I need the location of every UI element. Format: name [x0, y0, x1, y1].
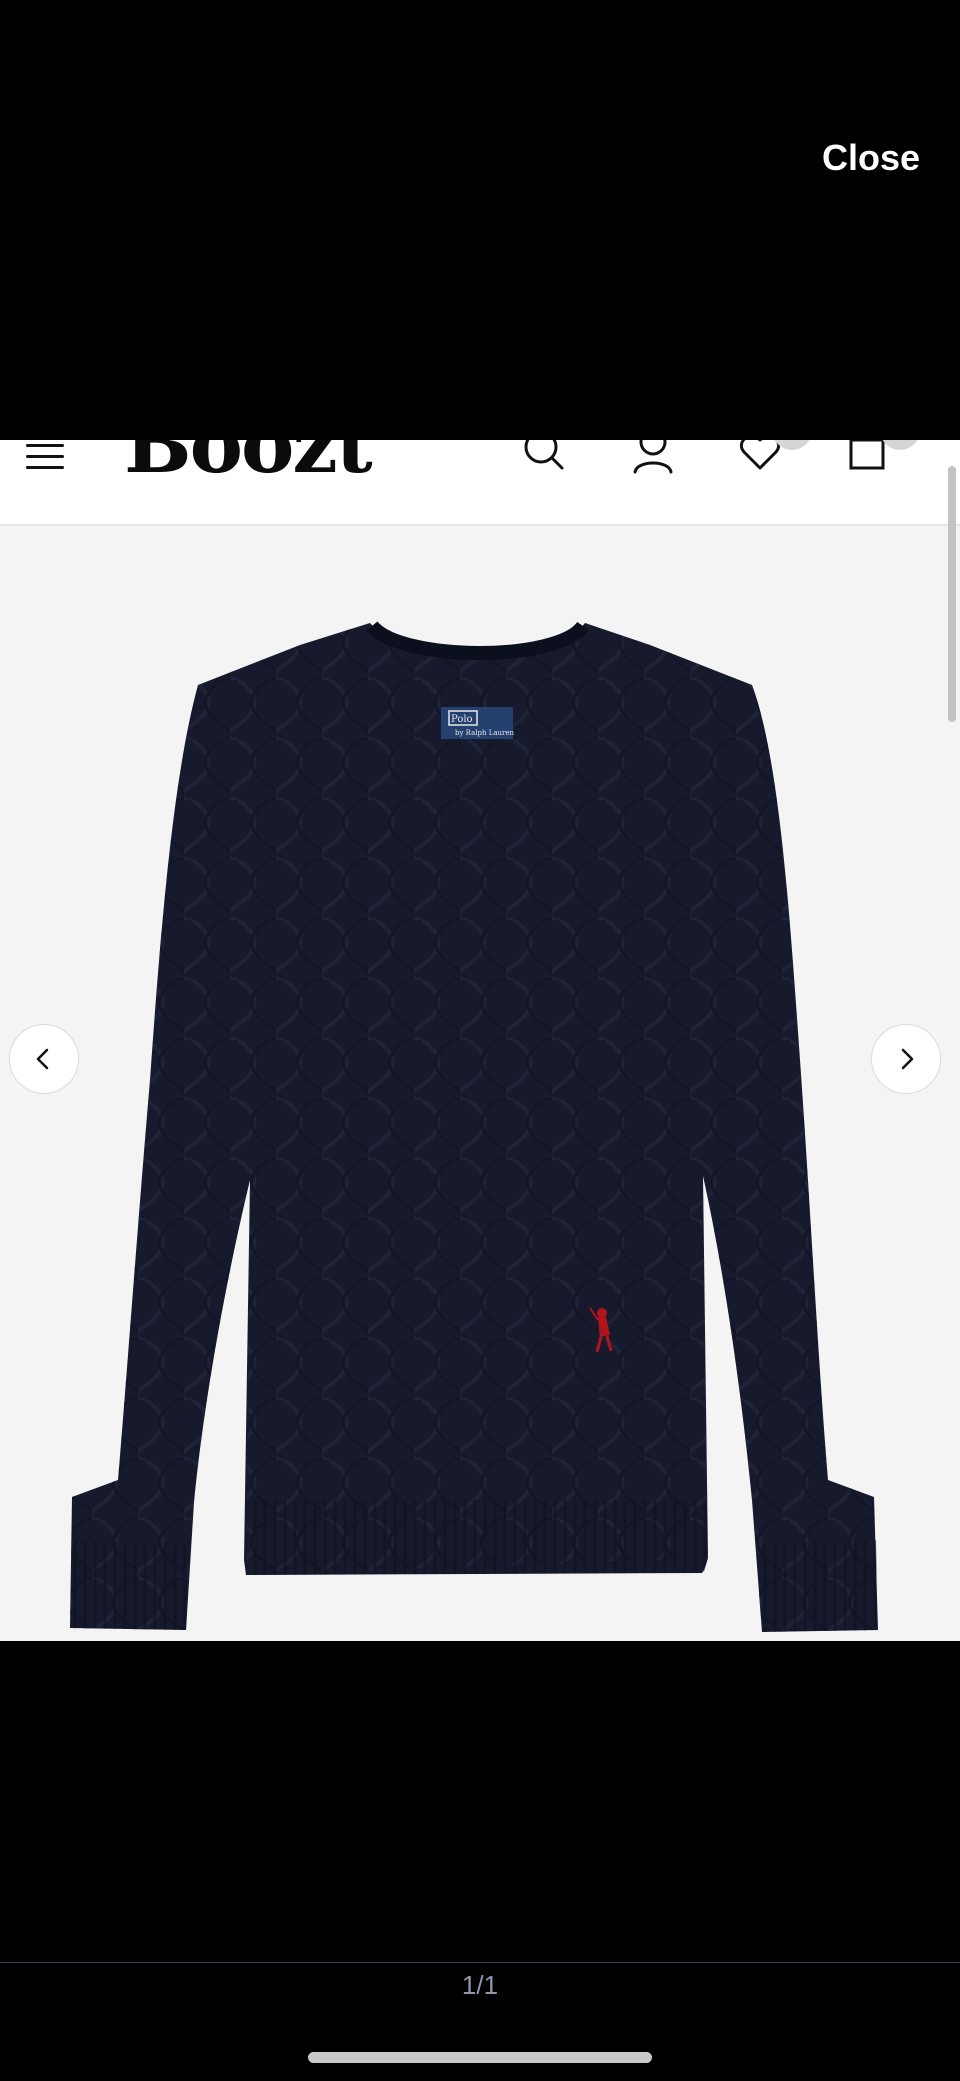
home-indicator[interactable] [308, 2052, 652, 2063]
chevron-right-icon [901, 1048, 914, 1070]
menu-icon [26, 440, 64, 470]
svg-text:by Ralph Lauren: by Ralph Lauren [455, 729, 515, 737]
svg-text:Polo: Polo [451, 714, 473, 725]
sweater-shape [70, 620, 878, 1632]
site-logo: Boozt [124, 440, 373, 491]
image-viewer: Boozt 0 0 [0, 440, 960, 1641]
heart-icon [739, 440, 781, 470]
footer-divider [0, 1962, 960, 1963]
image-page-counter: 1/1 [461, 1970, 499, 2000]
next-image-button[interactable] [871, 1024, 941, 1094]
account-icon [633, 440, 673, 474]
shopping-bag-icon [849, 440, 885, 470]
close-button[interactable]: Close [822, 140, 920, 176]
search-icon [524, 440, 564, 470]
previous-image-button[interactable] [9, 1024, 79, 1094]
site-header-background: Boozt 0 0 [0, 440, 960, 526]
polo-neck-label: Polo by Ralph Lauren [441, 707, 515, 739]
product-image-sweater: Polo by Ralph Lauren [70, 620, 878, 1632]
chevron-left-icon [36, 1048, 49, 1070]
